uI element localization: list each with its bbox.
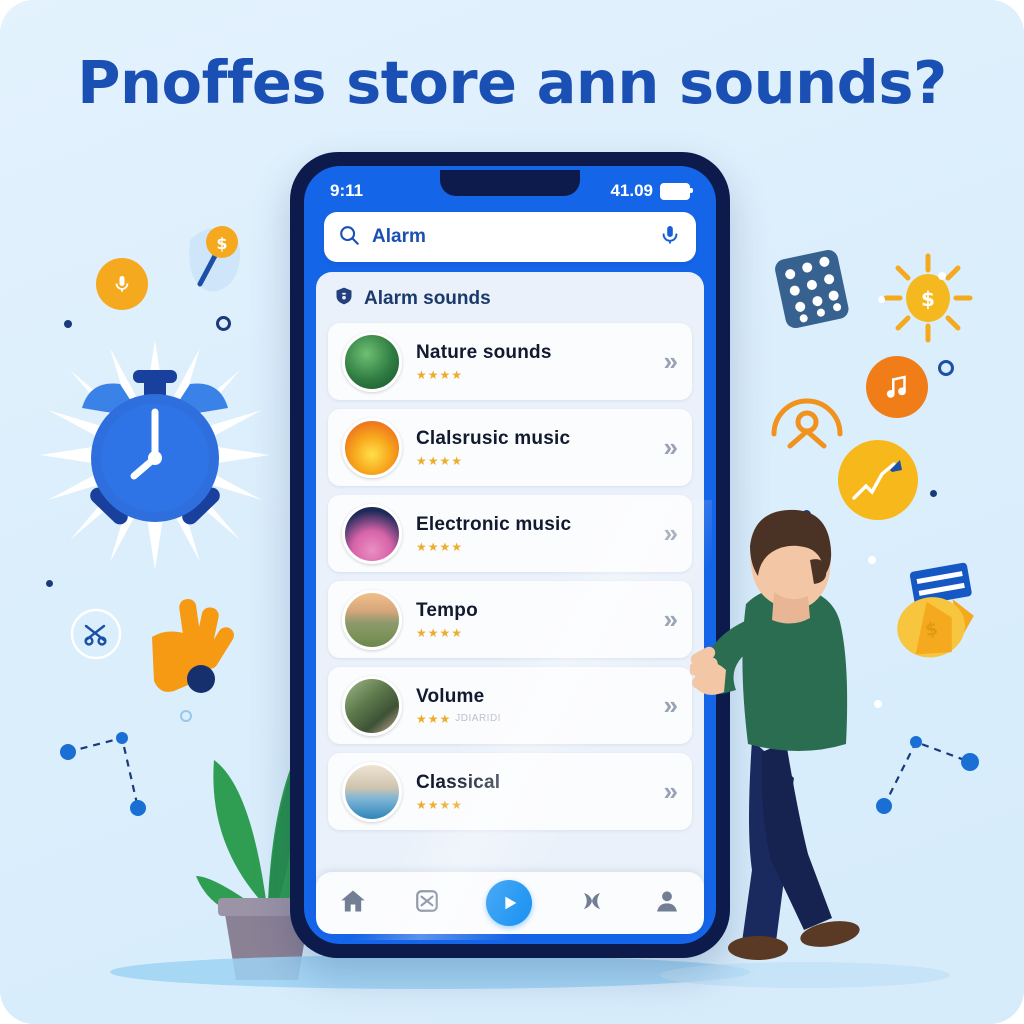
decorative-dot <box>878 296 885 303</box>
list-item-body: Classical ★★★★ <box>416 772 650 812</box>
chevron-right-icon[interactable]: » <box>664 604 679 635</box>
play-button[interactable] <box>485 880 532 926</box>
bottom-navigation <box>316 872 704 934</box>
search-icon <box>338 224 360 251</box>
status-battery-text: 41.09 <box>610 181 653 200</box>
alarm-clock-illustration <box>40 340 270 570</box>
person-icon[interactable] <box>653 887 681 920</box>
decorative-dot <box>938 360 954 376</box>
chevron-right-icon[interactable]: » <box>664 432 679 463</box>
section-title: Alarm sounds <box>364 287 491 309</box>
battery-icon <box>660 182 693 200</box>
thumbnail-tropical-leaves <box>342 331 402 392</box>
orange-hand-icon <box>152 599 234 693</box>
phone-notch <box>440 170 580 196</box>
list-item[interactable]: Volume ★★★ JDIARIDI » <box>328 667 692 744</box>
sun-dollar-icon: $ <box>883 253 973 343</box>
decorative-dot <box>180 710 192 722</box>
chevron-right-icon[interactable]: » <box>664 518 679 549</box>
search-area: Alarm <box>308 212 712 272</box>
music-note-badge-icon <box>866 356 928 418</box>
section-header: Alarm sounds <box>316 282 704 323</box>
phone-bezel: 9:11 41.09 Alarm Alarm sounds Nature sou… <box>304 166 716 944</box>
list-item-title: Clalsrusic music <box>416 427 571 449</box>
rating-stars: ★★★★ <box>416 797 464 812</box>
list-item-title: Nature sounds <box>416 341 552 363</box>
ground-shadow <box>110 955 750 989</box>
phone-screen: 9:11 41.09 Alarm Alarm sounds Nature sou… <box>308 170 712 940</box>
list-item[interactable]: Classical ★★★★ » <box>328 753 692 830</box>
svg-text:$: $ <box>216 234 227 253</box>
decorative-dot <box>64 320 72 328</box>
shield-badge-icon <box>334 286 354 311</box>
poster-canvas: Pnoffes store ann sounds? $ $ $ 9:11 41.… <box>0 0 1024 1024</box>
rating-stars: ★★★★ <box>416 625 464 640</box>
list-item-title: Tempo <box>416 599 478 621</box>
rating-stars: ★★★ JDIARIDI <box>416 711 501 726</box>
sound-list: Nature sounds ★★★★ » Clalsrusic music ★★… <box>316 323 704 830</box>
circled-scissors-icon <box>70 608 122 660</box>
decorative-dot <box>46 580 53 587</box>
chevron-right-icon[interactable]: » <box>664 776 679 807</box>
svg-text:$: $ <box>921 287 935 311</box>
thumbnail-people-photo <box>342 675 402 736</box>
dollar-magnifier-icon: $ <box>189 226 241 292</box>
home-icon[interactable] <box>339 887 367 920</box>
rating-stars: ★★★★ <box>416 539 464 554</box>
list-item-body: Electronic music ★★★★ <box>416 514 650 554</box>
dotted-grid-icon <box>775 249 849 329</box>
thumbnail-pink-lotus <box>342 503 402 564</box>
search-input[interactable]: Alarm <box>372 226 646 248</box>
microphone-icon[interactable] <box>658 223 682 252</box>
status-right-group: 41.09 <box>610 181 693 201</box>
list-item-body: Nature sounds ★★★★ <box>416 342 650 382</box>
list-item[interactable]: Nature sounds ★★★★ » <box>328 323 692 400</box>
grid-shuffle-icon[interactable] <box>414 888 440 919</box>
search-bar[interactable]: Alarm <box>324 212 696 262</box>
alarm-sounds-panel: Alarm sounds Nature sounds ★★★★ » Clalsr… <box>316 272 704 914</box>
thumbnail-orange-flower <box>342 417 402 478</box>
list-item-title: Classical <box>416 771 501 793</box>
list-item-body: Clalsrusic music ★★★★ <box>416 428 650 468</box>
arc-person-icon <box>771 398 843 449</box>
list-item-body: Volume ★★★ JDIARIDI <box>416 686 650 726</box>
list-item-body: Tempo ★★★★ <box>416 600 650 640</box>
piggy-bank-icon: $ <box>897 562 974 658</box>
list-item[interactable]: Tempo ★★★★ » <box>328 581 692 658</box>
list-item[interactable]: Electronic music ★★★★ » <box>328 495 692 572</box>
list-item-title: Electronic music <box>416 513 572 535</box>
decorative-dot <box>930 490 937 497</box>
list-item-title: Volume <box>416 685 485 707</box>
chevron-right-icon[interactable]: » <box>664 346 679 377</box>
phone-frame: 9:11 41.09 Alarm Alarm sounds Nature sou… <box>290 152 730 958</box>
thumbnail-city-waterfront <box>342 761 402 822</box>
person-using-phone-illustration <box>690 509 860 960</box>
rating-stars: ★★★★ <box>416 367 464 382</box>
list-item[interactable]: Clalsrusic music ★★★★ » <box>328 409 692 486</box>
status-time: 9:11 <box>330 181 364 200</box>
decorative-dot <box>938 272 946 280</box>
microphone-badge-icon <box>96 258 148 310</box>
rating-stars: ★★★★ <box>416 453 464 468</box>
thumbnail-mountain-sunset <box>342 589 402 650</box>
decorative-dot <box>216 316 231 331</box>
list-item-subtext: JDIARIDI <box>455 713 501 724</box>
page-title: Pnoffes store ann sounds? <box>77 48 947 117</box>
chevron-right-icon[interactable]: » <box>664 690 679 721</box>
waveform-icon[interactable] <box>578 887 606 920</box>
